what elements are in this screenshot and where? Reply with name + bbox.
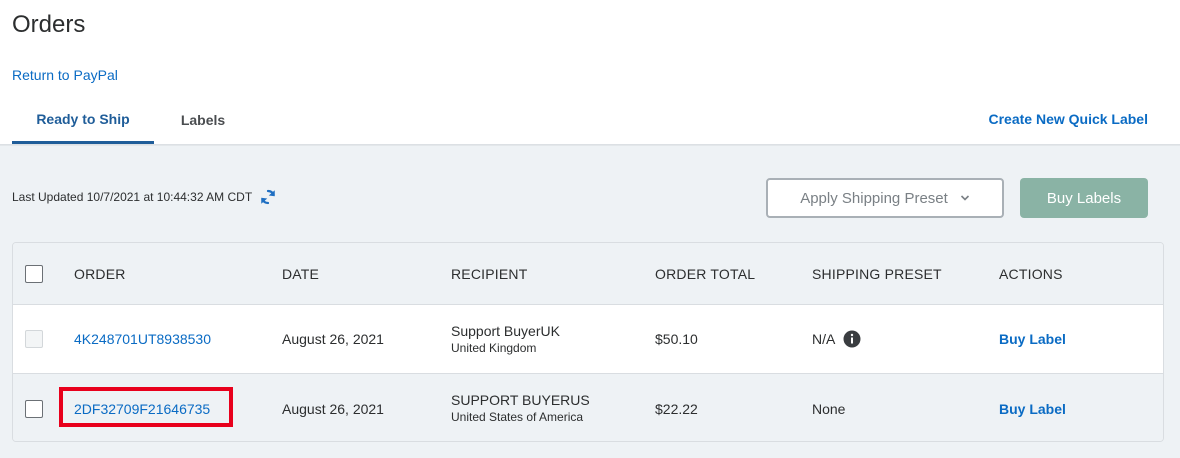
buy-labels-button[interactable]: Buy Labels [1020,178,1148,218]
row-checkbox-disabled [25,330,43,348]
select-all-cell [25,264,43,283]
column-header-actions: ACTIONS [999,265,1063,282]
orders-table: ORDER DATE RECIPIENT ORDER TOTAL SHIPPIN… [12,242,1164,442]
tab-bar: Ready to Ship Labels [12,96,252,144]
order-id-cell: 4K248701UT8938530 [74,331,211,347]
order-total: $22.22 [655,400,698,417]
action-cell: Buy Label [999,331,1066,347]
shipping-preset-cell: N/A [812,330,861,348]
column-header-shipping-preset: SHIPPING PRESET [812,265,942,282]
recipient-cell: Support BuyerUK United Kingdom [451,323,560,356]
return-to-paypal-link[interactable]: Return to PayPal [12,67,118,83]
table-header-row: ORDER DATE RECIPIENT ORDER TOTAL SHIPPIN… [13,243,1163,305]
refresh-icon[interactable] [259,188,277,206]
column-header-date: DATE [282,265,320,282]
order-date: August 26, 2021 [282,331,384,347]
buy-label-link[interactable]: Buy Label [999,331,1066,347]
recipient-name: Support BuyerUK [451,322,560,339]
order-id-link[interactable]: 4K248701UT8938530 [74,331,211,347]
recipient-cell: SUPPORT BUYERUS United States of America [451,392,590,425]
shipping-preset-value: N/A [812,331,836,347]
page-header: Orders Return to PayPal Ready to Ship La… [0,0,1180,144]
order-id-cell: 2DF32709F21646735 [74,401,210,417]
column-header-order-total: ORDER TOTAL [655,265,756,282]
recipient-country: United Kingdom [451,340,537,355]
info-icon[interactable] [843,330,861,348]
select-all-checkbox[interactable] [25,264,43,283]
last-updated-text: Last Updated 10/7/2021 at 10:44:32 AM CD… [12,190,253,204]
recipient-country: United States of America [451,410,584,424]
toolbar: Last Updated 10/7/2021 at 10:44:32 AM CD… [0,146,1180,242]
create-quick-label-link[interactable]: Create New Quick Label [988,111,1148,127]
column-header-recipient: RECIPIENT [451,265,528,282]
row-select-cell [25,330,43,348]
table-row: 4K248701UT8938530 August 26, 2021 Suppor… [13,305,1163,374]
table-row: 2DF32709F21646735 August 26, 2021 SUPPOR… [13,374,1163,441]
order-date: August 26, 2021 [282,400,384,417]
recipient-name: SUPPORT BUYERUS [451,392,590,408]
order-total: $50.10 [655,331,698,347]
chevron-down-icon [960,195,969,201]
column-header-order: ORDER [74,265,126,282]
apply-shipping-preset-dropdown[interactable]: Apply Shipping Preset [766,178,1004,218]
order-id-link[interactable]: 2DF32709F21646735 [74,401,210,417]
page-title: Orders [12,11,86,38]
row-checkbox[interactable] [25,399,43,418]
shipping-preset-wrap: N/A [812,330,861,348]
orders-panel: Last Updated 10/7/2021 at 10:44:32 AM CD… [0,146,1180,458]
buy-label-link[interactable]: Buy Label [999,401,1066,417]
shipping-preset-value: None [812,400,846,417]
preset-dropdown-label: Apply Shipping Preset [800,189,948,207]
tab-ready-to-ship[interactable]: Ready to Ship [12,96,154,144]
row-select-cell [25,399,43,418]
tab-labels[interactable]: Labels [154,96,252,144]
action-cell: Buy Label [999,401,1066,417]
